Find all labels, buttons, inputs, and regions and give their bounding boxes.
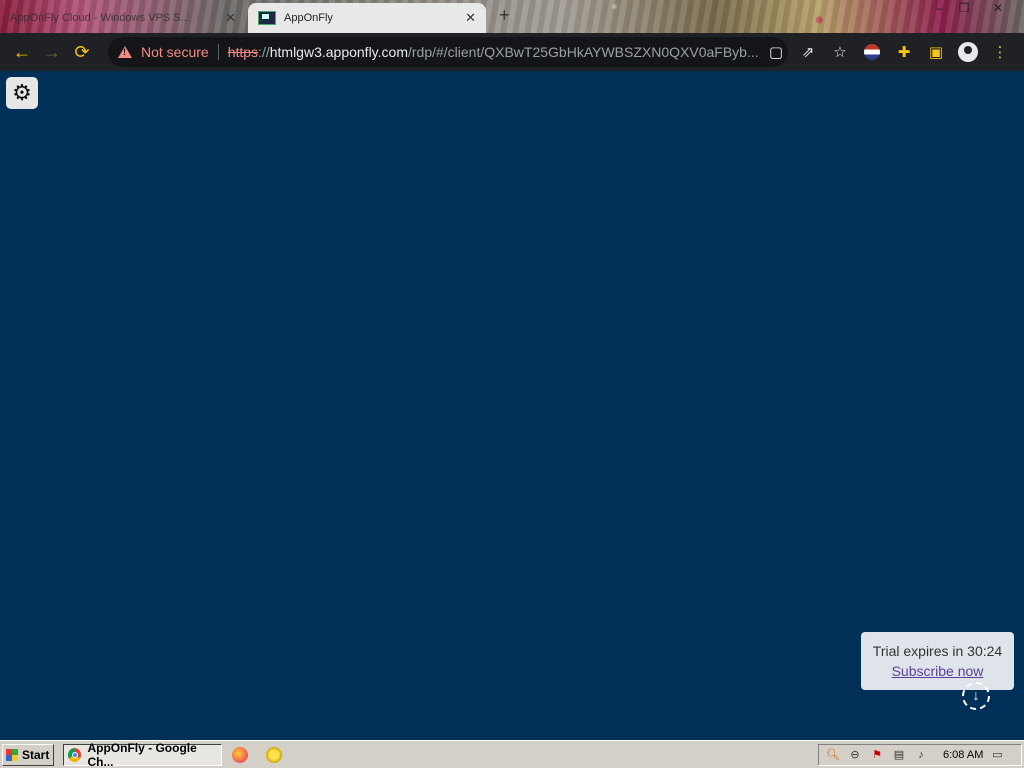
security-status[interactable]: Not secure [141,44,209,60]
star-icon[interactable]: ☆ [824,37,856,67]
chrome-icon [68,748,82,762]
arrow-left-icon: ← [13,41,31,62]
url-scheme: https [227,44,259,60]
tab-strip: AppOnFly Cloud - Windows VPS S... ✕ AppO… [0,0,1024,33]
search-icon[interactable]: 🔍︎ [825,747,841,763]
kebab-menu-icon[interactable]: ⋮ [984,37,1016,67]
close-tab-icon[interactable]: ✕ [225,10,236,26]
tab-apponfly[interactable]: AppOnFly ✕ [248,3,486,33]
reload-button[interactable]: ⟳ [67,37,97,67]
tab-title: AppOnFly [284,12,333,24]
reload-icon: ⟳ [74,41,90,62]
restore-button[interactable]: ❐ [951,0,977,16]
remote-desktop-canvas[interactable]: ⚙ Trial expires in 30:24 Subscribe now ↓ [0,71,1024,740]
subscribe-link[interactable]: Subscribe now [892,663,984,679]
start-label: Start [22,748,50,762]
url-separator: :// [258,44,270,60]
quicklaunch-icon[interactable] [266,747,282,763]
profile-flag-icon[interactable] [856,37,888,67]
url-path: /rdp/#/client/QXBwT25GbHkAYWBSZXN0QXV0aF… [407,44,759,60]
taskbar: Start AppOnFly - Google Ch... 🔍︎ ⊖ ⚑ ▤ ♪… [0,740,1024,768]
page-icon[interactable]: ▢ [760,37,792,67]
notification-icon[interactable]: ▭ [989,747,1005,763]
gear-icon: ⚙ [12,80,32,105]
profile-icon[interactable] [952,37,984,67]
download-icon[interactable]: ↓ [962,682,990,710]
url-host: htmlgw3.apponfly.com [269,44,408,60]
taskbar-chrome-button[interactable]: AppOnFly - Google Ch... [63,741,222,768]
firefox-icon[interactable] [232,747,248,763]
system-tray: 🔍︎ ⊖ ⚑ ▤ ♪ 6:08 AM ▭ [818,744,1022,766]
toolbar-actions: ▢ ⇗ ☆ ✚ ▣ ⋮ [760,33,1016,71]
apponfly-favicon-icon [258,11,276,25]
arrow-right-icon: → [43,41,61,62]
warning-icon [118,46,132,58]
tab-apponfly-cloud[interactable]: AppOnFly Cloud - Windows VPS S... ✕ [0,3,246,33]
trial-notice: Trial expires in 30:24 Subscribe now [861,632,1014,690]
minimize-button[interactable]: – [927,0,953,16]
minus-icon[interactable]: ⊖ [847,747,863,763]
trial-expiry-text: Trial expires in 30:24 [872,643,1003,659]
omnibox-divider [217,44,219,60]
taskbar-button-label: AppOnFly - Google Ch... [87,741,197,768]
back-button[interactable]: ← [7,37,37,67]
puzzle-icon[interactable]: ✚ [888,37,920,67]
close-window-button[interactable]: ✕ [985,0,1011,16]
sidepanel-icon[interactable]: ▣ [920,37,952,67]
settings-button[interactable]: ⚙ [6,77,38,109]
security-flag-icon[interactable]: ⚑ [869,747,885,763]
volume-icon[interactable]: ♪ [913,747,929,763]
new-tab-button[interactable]: + [499,5,510,26]
start-button[interactable]: Start [2,744,54,766]
share-icon[interactable]: ⇗ [792,37,824,67]
browser-toolbar: ← → ⟳ Not secure https://htmlgw3.apponfl… [0,33,1024,71]
close-tab-icon[interactable]: ✕ [465,10,476,26]
clock[interactable]: 6:08 AM [943,749,983,761]
tab-title: AppOnFly Cloud - Windows VPS S... [10,12,190,24]
forward-button[interactable]: → [37,37,67,67]
network-icon[interactable]: ▤ [891,747,907,763]
windows-logo-icon [6,749,18,761]
address-bar[interactable]: Not secure https://htmlgw3.apponfly.com/… [108,37,788,67]
